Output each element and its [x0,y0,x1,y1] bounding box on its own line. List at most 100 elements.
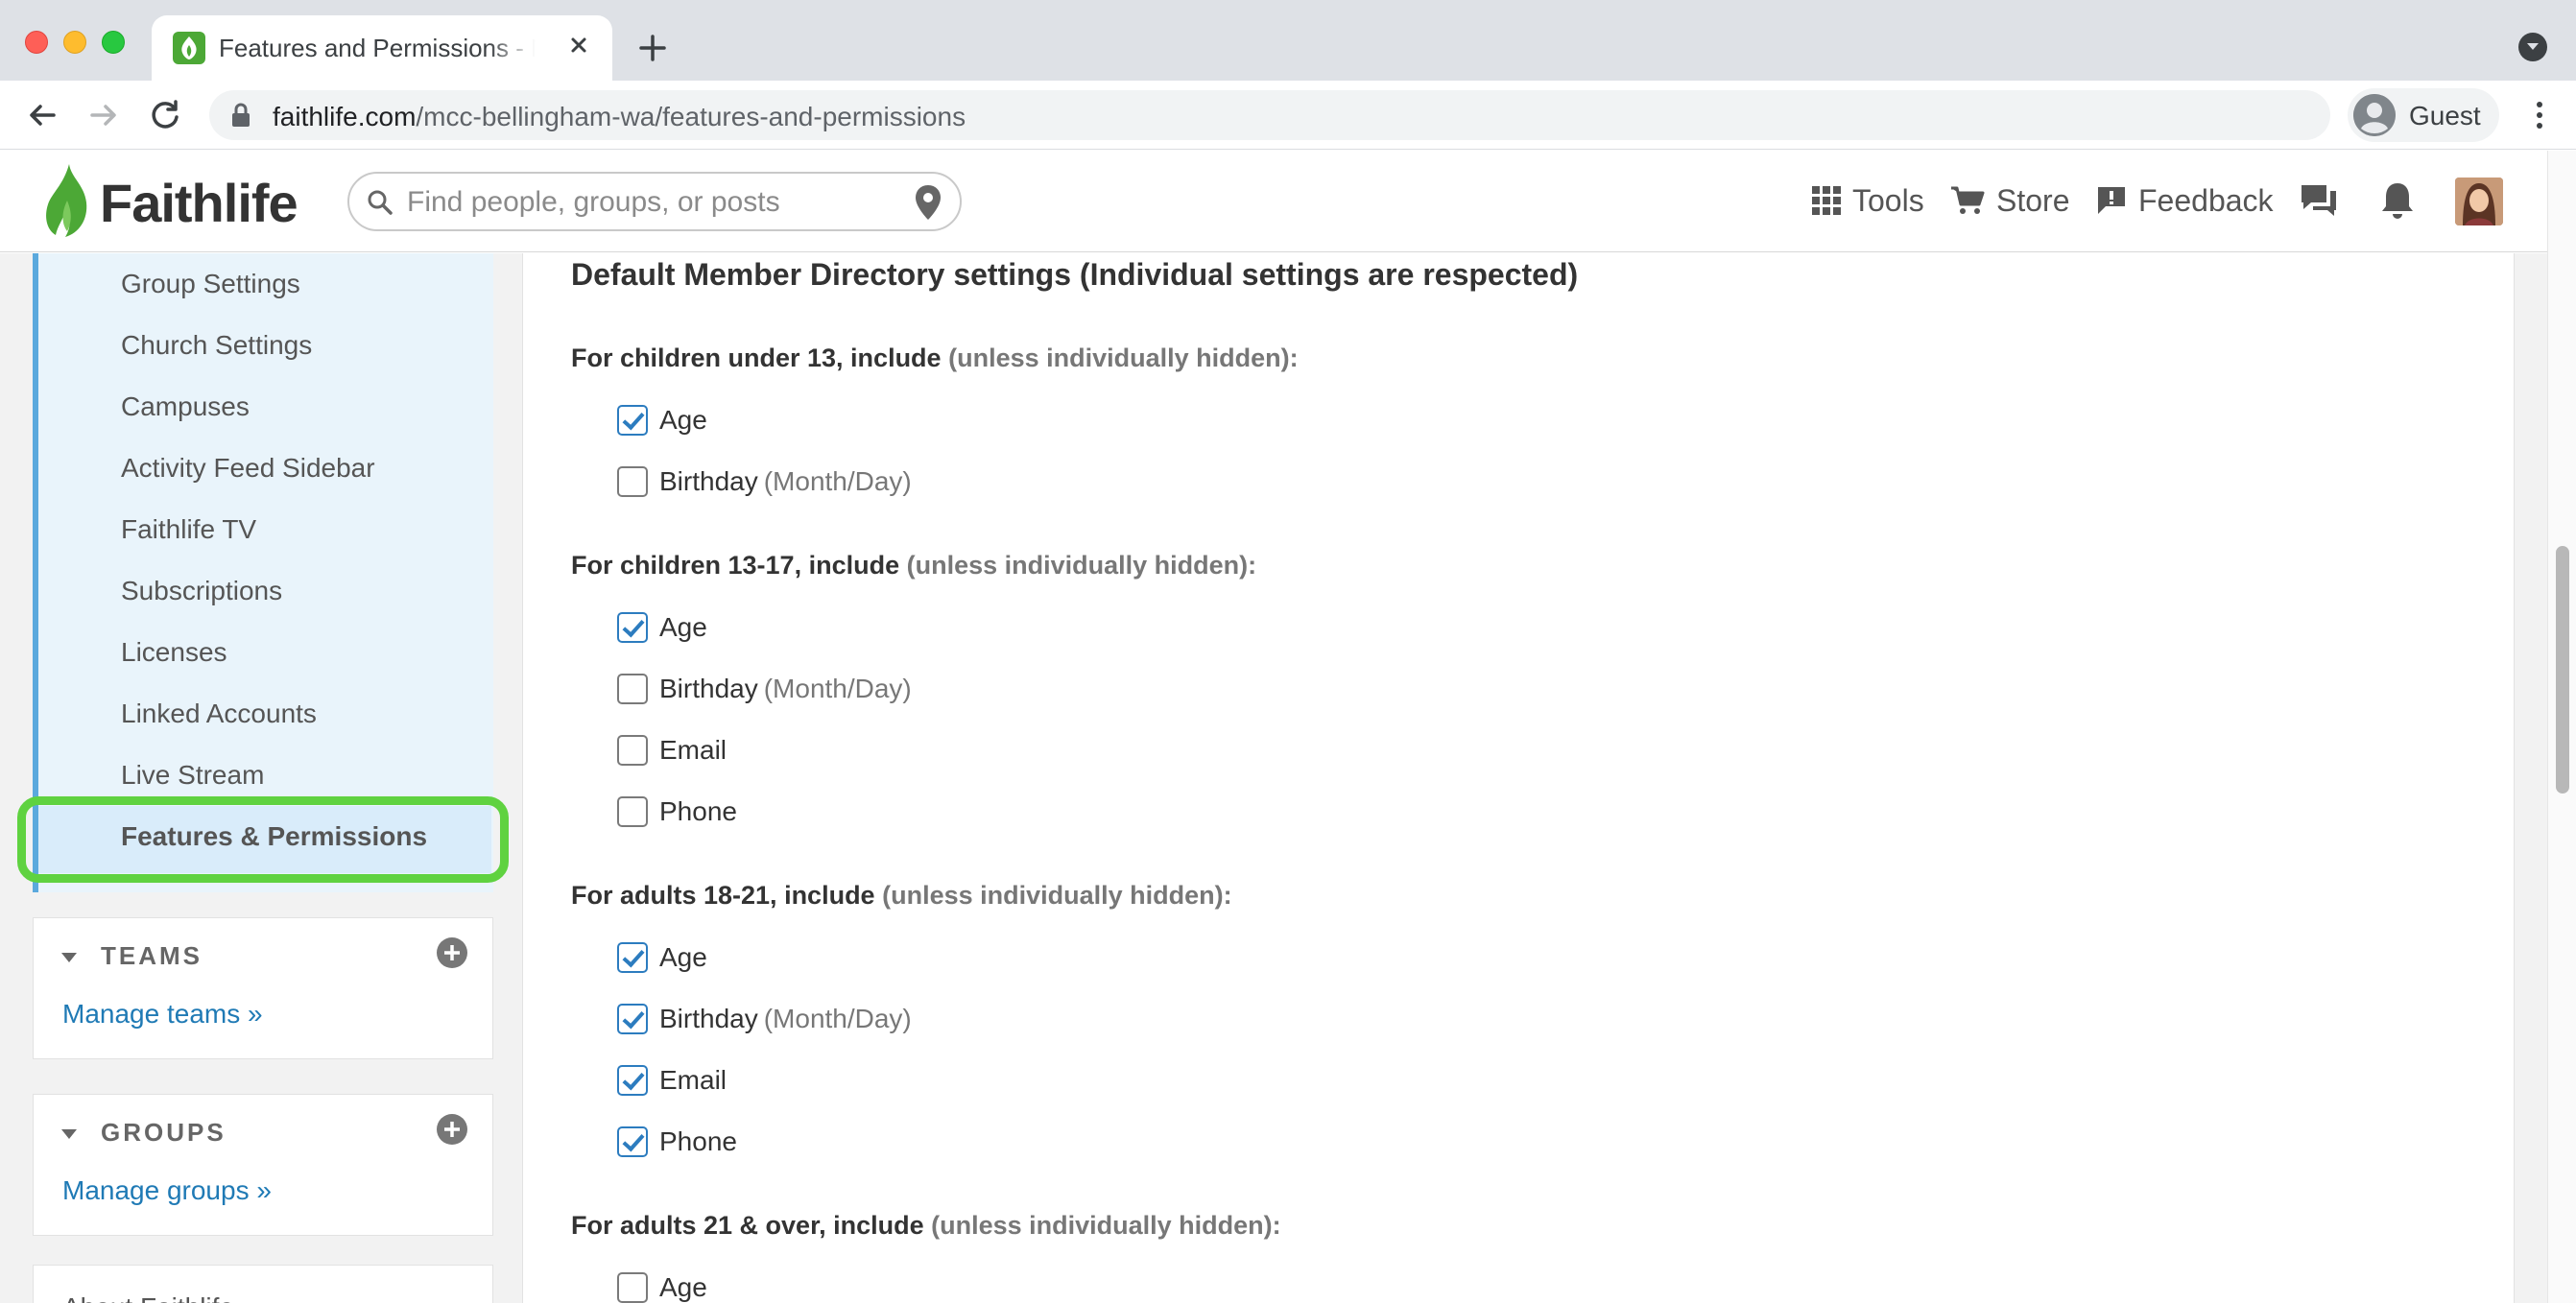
window-minimize-button[interactable] [63,31,86,54]
group-label-children-13-17: For children 13-17, include (unless indi… [571,551,1256,580]
user-avatar[interactable] [2455,178,2503,225]
option-13-17-phone[interactable]: Phone [617,793,737,831]
sidebar-item-linked-accounts[interactable]: Linked Accounts [121,699,317,737]
sidebar-item-licenses[interactable]: Licenses [121,637,227,675]
checkbox[interactable] [617,405,648,436]
option-label: Birthday [659,1004,758,1033]
page-body: Group Settings Church Settings Campuses … [0,253,2547,1303]
nav-tools[interactable]: Tools [1812,179,1924,222]
page-scrollbar-thumb[interactable] [2556,546,2569,794]
notifications-bell-icon[interactable] [2376,179,2419,222]
reload-icon[interactable] [146,96,184,134]
option-18-21-email[interactable]: Email [617,1061,727,1100]
group-label-adults-18-21: For adults 18-21, include (unless indivi… [571,881,1232,911]
sidebar-item-campuses[interactable]: Campuses [121,391,250,430]
group-label-text: For adults 18-21, include [571,881,875,910]
checkbox[interactable] [617,612,648,643]
group-label-adults-21-over: For adults 21 & over, include (unless in… [571,1211,1281,1241]
sidebar-item-group-settings[interactable]: Group Settings [121,269,300,307]
forward-arrow-icon[interactable] [84,96,123,134]
checkbox[interactable] [617,1065,648,1096]
option-label: Age [659,1272,707,1302]
page-scrollbar[interactable] [2547,151,2576,1303]
grid-icon [1812,186,1841,215]
shopping-cart-icon [1951,186,1985,214]
group-label-suffix: (unless individually hidden): [931,1211,1281,1240]
browser-toolbar: faithlife.com/mcc-bellingham-wa/features… [0,81,2576,150]
search-input[interactable] [407,181,887,224]
option-13-17-email[interactable]: Email [617,731,727,770]
window-close-button[interactable] [25,31,48,54]
groups-card: GROUPS Manage groups » [33,1094,493,1236]
nav-feedback[interactable]: Feedback [2096,179,2274,222]
option-under13-age[interactable]: Age [617,401,707,439]
new-tab-plus-icon[interactable] [633,29,672,67]
faithlife-logo[interactable]: Faithlife [42,162,311,241]
browser-menu-icon[interactable] [2520,96,2559,134]
messages-icon[interactable] [2298,179,2340,222]
option-13-17-age[interactable]: Age [617,608,707,647]
checkbox[interactable] [617,674,648,704]
option-note: (Month/Day) [763,466,912,496]
group-label-suffix: (unless individually hidden): [906,551,1257,580]
nav-store-label: Store [1996,182,2070,218]
sidebar-item-church-settings[interactable]: Church Settings [121,330,312,368]
nav-feedback-label: Feedback [2138,182,2274,218]
group-label-text: For children under 13, include [571,344,942,372]
sidebar-item-live-stream[interactable]: Live Stream [121,760,264,798]
feedback-icon [2098,187,2125,214]
about-faithlife-title[interactable]: About Faithlife [62,1292,234,1303]
add-team-plus-icon[interactable] [437,937,467,973]
checkbox[interactable] [617,1126,648,1157]
collapse-triangle-icon[interactable] [60,1127,78,1146]
sidebar-item-activity-feed-sidebar[interactable]: Activity Feed Sidebar [121,453,375,491]
guest-avatar-icon [2353,94,2396,136]
tab-search-chevron-icon[interactable] [2518,33,2547,61]
group-label-suffix: (unless individually hidden): [948,344,1299,372]
site-search-box[interactable] [347,172,962,231]
search-icon [367,189,394,221]
location-pin-icon[interactable] [914,183,942,226]
group-label-children-under-13: For children under 13, include (unless i… [571,344,1299,373]
checkbox[interactable] [617,942,648,973]
about-card: About Faithlife [33,1265,493,1303]
option-label: Age [659,405,707,435]
checkbox[interactable] [617,466,648,497]
groups-title: GROUPS [101,1118,227,1147]
sidebar-item-subscriptions[interactable]: Subscriptions [121,576,282,614]
profile-button[interactable]: Guest [2348,88,2499,142]
option-18-21-phone[interactable]: Phone [617,1123,737,1161]
lock-icon[interactable] [230,103,251,132]
faithlife-flame-icon [46,164,87,237]
url-domain: faithlife.com [273,102,417,131]
collapse-triangle-icon[interactable] [60,951,78,969]
add-group-plus-icon[interactable] [437,1114,467,1149]
option-note: (Month/Day) [763,674,912,703]
manage-teams-link[interactable]: Manage teams » [62,999,263,1030]
checkbox[interactable] [617,1004,648,1034]
sidebar-item-faithlife-tv[interactable]: Faithlife TV [121,514,256,553]
option-21-over-age[interactable]: Age [617,1268,707,1303]
checkbox[interactable] [617,796,648,827]
checkbox[interactable] [617,735,648,766]
option-18-21-birthday[interactable]: Birthday (Month/Day) [617,1000,912,1038]
group-label-suffix: (unless individually hidden): [882,881,1232,910]
nav-store[interactable]: Store [1950,179,2069,222]
browser-tab-active[interactable]: Features and Permissions - Manage Group [152,15,612,81]
window-maximize-button[interactable] [102,31,125,54]
manage-groups-link[interactable]: Manage groups » [62,1175,272,1206]
teams-title: TEAMS [101,941,203,970]
back-arrow-icon[interactable] [23,96,61,134]
group-label-text: For adults 21 & over, include [571,1211,924,1240]
site-header: Faithlife Tools Store Feedback [0,151,2547,252]
address-bar[interactable]: faithlife.com/mcc-bellingham-wa/features… [209,90,2330,140]
browser-tabstrip: Features and Permissions - Manage Group [0,0,2576,81]
checkbox[interactable] [617,1272,648,1303]
highlight-annotation [17,796,509,883]
tab-close-icon[interactable] [562,29,595,61]
option-under13-birthday[interactable]: Birthday (Month/Day) [617,462,912,501]
profile-name: Guest [2409,101,2481,130]
option-18-21-age[interactable]: Age [617,938,707,977]
nav-tools-label: Tools [1852,182,1924,218]
option-13-17-birthday[interactable]: Birthday (Month/Day) [617,670,912,708]
